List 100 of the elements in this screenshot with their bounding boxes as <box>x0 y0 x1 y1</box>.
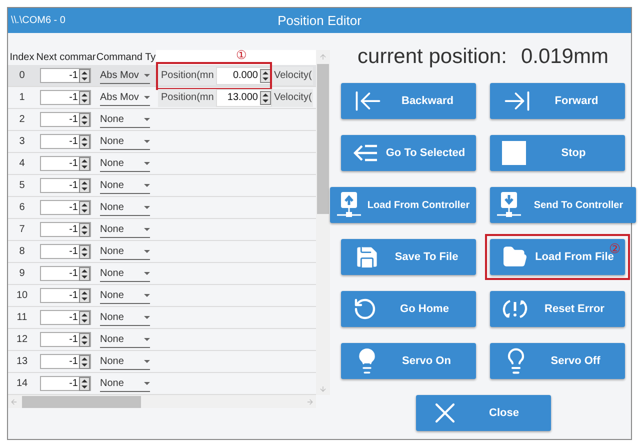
spinner-icon[interactable] <box>79 266 90 280</box>
spinner-icon[interactable] <box>79 332 90 346</box>
spinner-icon[interactable] <box>79 178 90 192</box>
spinner-icon[interactable] <box>79 200 90 214</box>
caret-icon <box>144 360 150 362</box>
table-row[interactable]: 10 -1 None <box>8 285 316 307</box>
caret-icon <box>144 228 150 230</box>
command-dropdown[interactable]: None <box>100 156 150 172</box>
table-row[interactable]: 7 -1 None <box>8 219 316 241</box>
index-cell-text: 1 <box>18 91 26 105</box>
command-dropdown[interactable]: None <box>100 200 150 216</box>
number-field[interactable]: -1 <box>40 376 91 391</box>
number-field[interactable]: -1 <box>40 134 91 149</box>
command-dropdown[interactable]: None <box>100 310 150 326</box>
number-field[interactable]: -1 <box>40 68 91 83</box>
table-row[interactable]: 2 -1 None <box>8 109 316 131</box>
command-dropdown[interactable]: None <box>100 332 150 348</box>
index-cell-text: 12 <box>15 333 29 347</box>
spinner-icon[interactable] <box>79 222 90 236</box>
spinner-icon[interactable] <box>79 134 90 148</box>
caret-icon <box>144 338 150 340</box>
spinner-icon[interactable] <box>79 354 90 368</box>
table-row[interactable]: 4 -1 None <box>8 153 316 175</box>
command-dropdown[interactable]: None <box>100 288 150 304</box>
table-row[interactable]: 9 -1 None <box>8 263 316 285</box>
vertical-scrollbar[interactable] <box>316 50 330 395</box>
command-dropdown[interactable]: None <box>100 112 150 128</box>
caret-icon <box>144 96 150 98</box>
table-row[interactable]: 13 -1 None <box>8 351 316 373</box>
command-dropdown[interactable]: None <box>100 178 150 194</box>
number-field[interactable]: -1 <box>40 244 91 259</box>
horizontal-scrollbar[interactable] <box>8 395 316 408</box>
command-dropdown[interactable]: None <box>100 222 150 238</box>
number-field[interactable]: -1 <box>40 112 91 127</box>
spinner-icon[interactable] <box>79 156 90 170</box>
table-row[interactable]: 6 -1 None <box>8 197 316 219</box>
caret-icon <box>144 206 150 208</box>
spinner-icon[interactable] <box>79 376 90 390</box>
column-header: Command Ty <box>96 51 156 65</box>
command-dropdown[interactable]: None <box>100 266 150 282</box>
caret-icon <box>144 184 150 186</box>
number-field[interactable]: -1 <box>40 354 91 369</box>
action-button[interactable]: Backward <box>341 83 476 119</box>
number-field[interactable]: -1 <box>40 178 91 193</box>
action-button[interactable]: Send To Controller <box>490 187 636 223</box>
table-row[interactable]: 12 -1 None <box>8 329 316 351</box>
command-dropdown[interactable]: Abs Mov <box>100 68 150 84</box>
command-dropdown[interactable]: None <box>100 376 150 392</box>
action-button[interactable]: Save To File <box>341 239 476 275</box>
scroll-thumb[interactable] <box>22 396 141 408</box>
table-row[interactable]: 1 -1 Abs Mov Position(mn 13.000 Velocity( <box>8 87 316 109</box>
caret-icon <box>144 294 150 296</box>
table-row[interactable]: 11 -1 None <box>8 307 316 329</box>
table-row[interactable]: 5 -1 None <box>8 175 316 197</box>
command-dropdown[interactable]: Abs Mov <box>100 90 150 106</box>
command-dropdown[interactable]: None <box>100 244 150 260</box>
number-field[interactable]: -1 <box>40 90 91 105</box>
spinner-icon[interactable] <box>260 68 271 82</box>
position-value: 0.019mm <box>520 44 608 70</box>
stop-icon <box>502 141 526 165</box>
command-dropdown[interactable]: None <box>100 134 150 150</box>
number-field[interactable]: 13.000 <box>216 88 272 106</box>
param-label: Position(mn <box>158 66 216 84</box>
table-row[interactable]: 8 -1 None <box>8 241 316 263</box>
number-field[interactable]: 0.000 <box>216 66 272 84</box>
action-button[interactable]: Servo Off <box>490 343 625 379</box>
spinner-icon[interactable] <box>79 68 90 82</box>
action-button[interactable]: Load From Controller <box>330 187 476 223</box>
number-field[interactable]: -1 <box>40 332 91 347</box>
scroll-thumb[interactable] <box>317 64 329 214</box>
spinner-icon[interactable] <box>79 244 90 258</box>
spinner-icon[interactable] <box>79 90 90 104</box>
number-field[interactable]: -1 <box>40 266 91 281</box>
table-row[interactable]: 3 -1 None <box>8 131 316 153</box>
action-button[interactable]: Servo On <box>341 343 476 379</box>
action-button[interactable]: Go To Selected <box>341 135 476 171</box>
number-field[interactable]: -1 <box>40 156 91 171</box>
number-field[interactable]: -1 <box>40 288 91 303</box>
caret-icon <box>144 316 150 318</box>
callout-number: ① <box>236 50 247 60</box>
index-cell-text: 5 <box>18 179 26 193</box>
index-cell-text: 0 <box>18 69 26 83</box>
index-cell-text: 7 <box>18 223 26 237</box>
spinner-icon[interactable] <box>260 90 271 104</box>
caret-icon <box>144 250 150 252</box>
spinner-icon[interactable] <box>79 310 90 324</box>
number-field[interactable]: -1 <box>40 222 91 237</box>
action-button[interactable]: Close <box>416 395 550 431</box>
action-button[interactable]: Stop <box>490 135 625 171</box>
action-button[interactable]: Reset Error <box>490 291 625 327</box>
command-dropdown[interactable]: None <box>100 354 150 370</box>
action-button[interactable]: Load From File② <box>490 239 625 275</box>
table-row[interactable]: 14 -1 None <box>8 373 316 395</box>
number-field[interactable]: -1 <box>40 310 91 325</box>
action-button[interactable]: Forward <box>490 83 625 119</box>
action-button[interactable]: Go Home <box>341 291 476 327</box>
spinner-icon[interactable] <box>79 112 90 126</box>
param-label: Position(mn <box>158 88 216 106</box>
number-field[interactable]: -1 <box>40 200 91 215</box>
spinner-icon[interactable] <box>79 288 90 302</box>
